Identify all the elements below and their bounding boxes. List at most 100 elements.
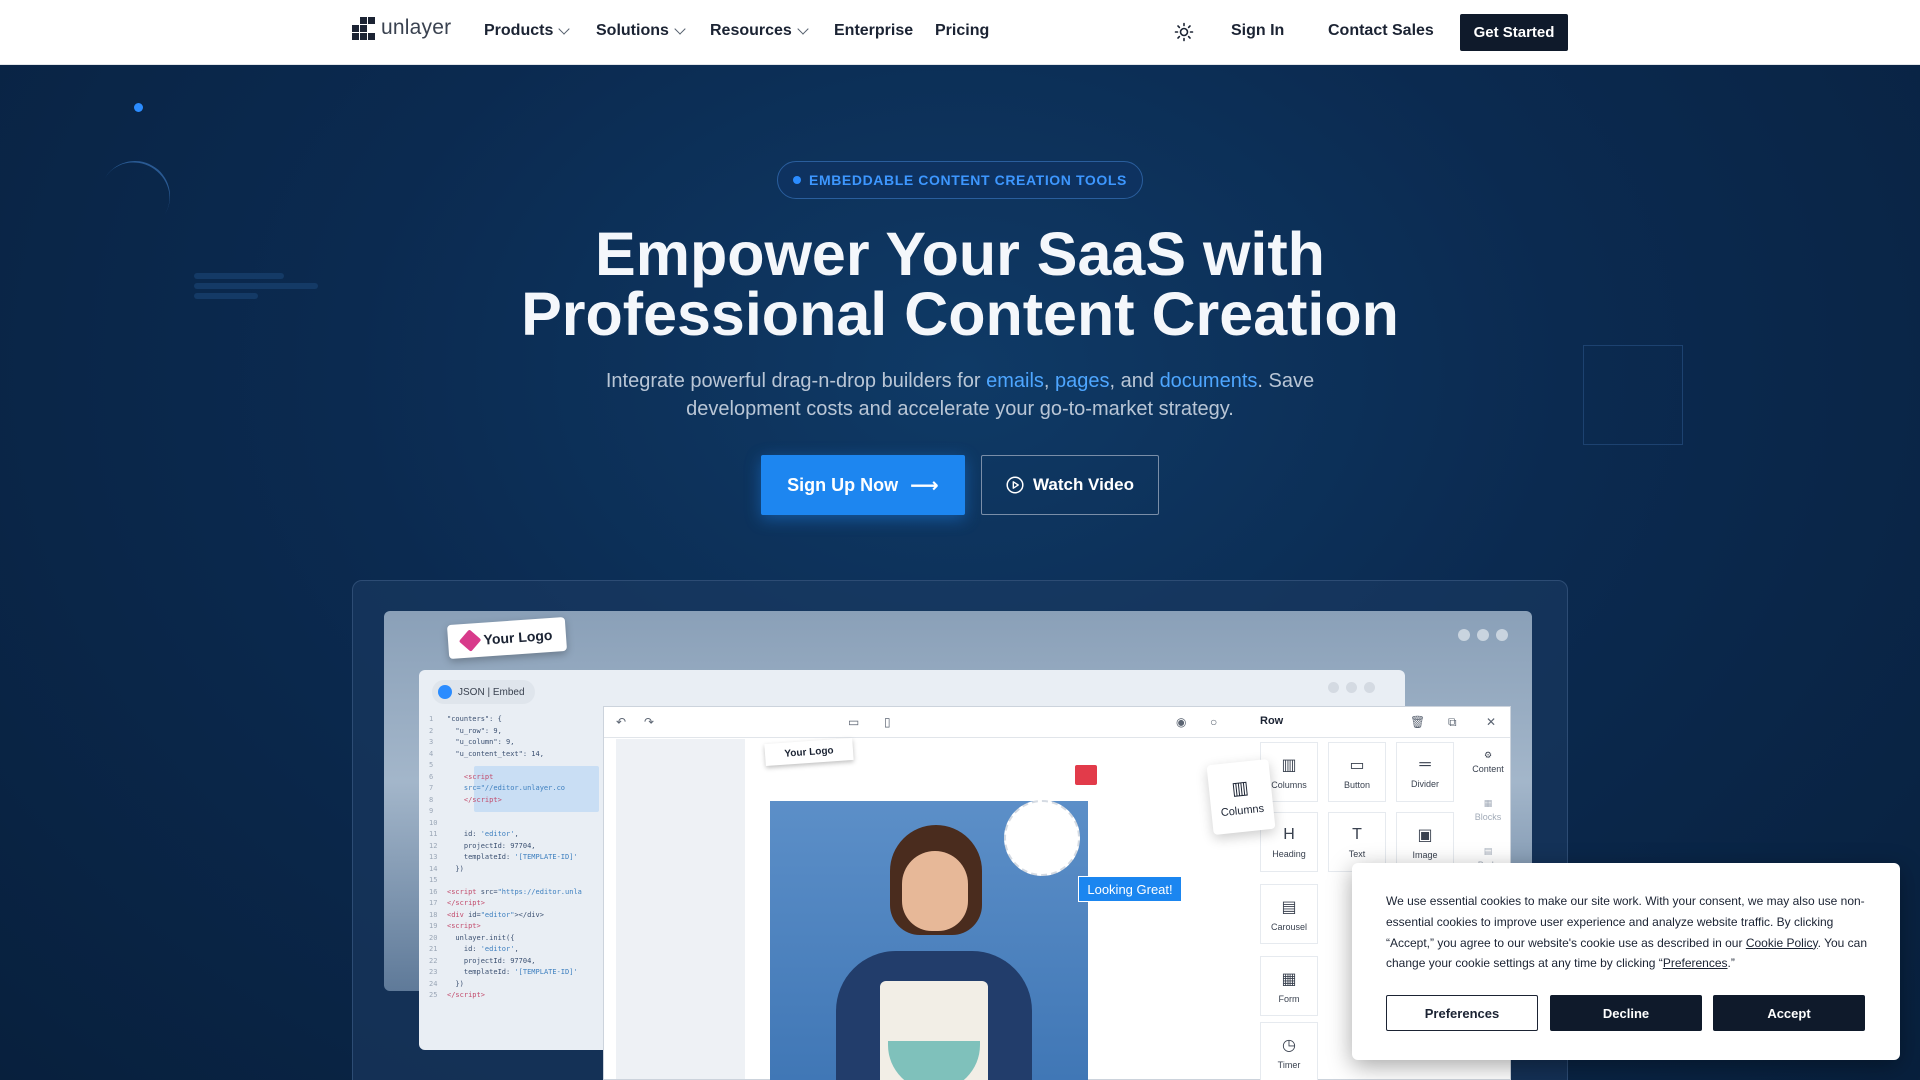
- top-navbar: unlayer Products Solutions Resources Ent…: [0, 0, 1920, 65]
- desktop-icon[interactable]: ▭: [848, 715, 859, 729]
- divider-icon: ═: [1419, 755, 1431, 773]
- undo-icon[interactable]: ↶: [616, 715, 626, 729]
- nav-solutions-label: Solutions: [596, 22, 669, 39]
- cookie-policy-link[interactable]: Cookie Policy: [1746, 936, 1818, 950]
- avatar-bubble: [1004, 800, 1080, 876]
- mail-icon: [1075, 765, 1097, 785]
- decline-button[interactable]: Decline: [1550, 995, 1702, 1031]
- accept-button[interactable]: Accept: [1713, 995, 1865, 1031]
- photo-face: [902, 851, 968, 931]
- nav-products[interactable]: Products: [484, 22, 571, 40]
- chevron-down-icon: [797, 22, 809, 35]
- nav-enterprise[interactable]: Enterprise: [834, 22, 913, 40]
- pen-icon: [458, 629, 481, 652]
- looking-great-tag: Looking Great!: [1078, 876, 1182, 902]
- side-tab-blocks[interactable]: ▦ Blocks: [1466, 786, 1510, 834]
- side-tab-content-label: Content: [1472, 764, 1504, 774]
- builder-side-tabs: ⚙Content ▦Blocks ▤Body: [1466, 738, 1510, 882]
- decorative-dot: [134, 103, 143, 112]
- hero-headline-line1: Empower Your SaaS with: [595, 220, 1325, 288]
- logo-mark-icon: [352, 16, 375, 40]
- redo-icon[interactable]: ↷: [644, 715, 654, 729]
- tool-timer-label: Timer: [1277, 1059, 1301, 1070]
- email-preview: Your Logo: [745, 737, 1105, 1080]
- tool-button-label: Button: [1343, 779, 1371, 790]
- tool-divider[interactable]: ═ Divider: [1396, 742, 1454, 802]
- tool-form-label: Form: [1278, 993, 1300, 1004]
- hero-subtext-line1: Integrate powerful drag-n-drop builders …: [0, 367, 1920, 395]
- arrow-right-icon: ⟶: [910, 474, 939, 497]
- hero-badge: EMBEDDABLE CONTENT CREATION TOOLS: [777, 161, 1143, 199]
- window-dots: [1458, 629, 1508, 641]
- hero-headline-line2: Professional Content Creation: [521, 280, 1399, 348]
- cookie-text-3: .”: [1727, 956, 1735, 971]
- get-started-button[interactable]: Get Started: [1460, 14, 1568, 51]
- json-embed-label: JSON | Embed: [458, 686, 525, 698]
- badge-dot-icon: [793, 176, 802, 184]
- your-logo-tag: Your Logo: [446, 616, 568, 660]
- sub-comma: ,: [1043, 370, 1056, 392]
- tool-carousel-label: Carousel: [1270, 921, 1308, 932]
- blocks-icon: ▦: [1483, 798, 1493, 808]
- tool-carousel[interactable]: ▤ Carousel: [1260, 884, 1318, 944]
- contact-sales-link[interactable]: Contact Sales: [1328, 22, 1434, 40]
- duplicate-icon[interactable]: ⧉: [1448, 715, 1457, 730]
- columns-card-label: Columns: [1220, 802, 1265, 819]
- side-tab-content[interactable]: ⚙ Content: [1466, 738, 1510, 786]
- heading-icon: H: [1283, 825, 1295, 843]
- sign-in-link[interactable]: Sign In: [1231, 22, 1284, 40]
- nav-solutions[interactable]: Solutions: [596, 22, 686, 40]
- hero-badge-text: EMBEDDABLE CONTENT CREATION TOOLS: [809, 172, 1127, 188]
- unlayer-logo[interactable]: unlayer: [352, 16, 451, 40]
- tool-button[interactable]: ▭ Button: [1328, 742, 1386, 802]
- columns-drag-card[interactable]: ▥ Columns: [1206, 758, 1276, 836]
- columns-icon: ▥: [1230, 776, 1250, 799]
- nav-resources[interactable]: Resources: [710, 22, 809, 40]
- hero-subtext-line2: development costs and accelerate your go…: [686, 398, 1234, 420]
- logo-tag-text: Your Logo: [483, 626, 553, 648]
- preferences-link[interactable]: Preferences: [1663, 956, 1728, 970]
- comment-icon[interactable]: ○: [1210, 715, 1217, 729]
- sun-icon[interactable]: [1174, 22, 1194, 42]
- emails-link[interactable]: emails: [986, 370, 1044, 392]
- sub-prefix: Integrate powerful drag-n-drop builders …: [605, 370, 987, 392]
- text-icon: T: [1352, 825, 1362, 843]
- nav-products-label: Products: [484, 22, 554, 39]
- carousel-icon: ▤: [1281, 898, 1297, 916]
- tool-divider-label: Divider: [1410, 778, 1439, 789]
- tool-form[interactable]: ▦ Form: [1260, 956, 1318, 1016]
- sub-and: , and: [1109, 370, 1160, 392]
- sign-up-now-button[interactable]: Sign Up Now ⟶: [761, 455, 965, 515]
- columns-icon: ▥: [1281, 756, 1297, 774]
- code-icon: [438, 685, 452, 699]
- tool-image-label: Image: [1412, 849, 1438, 860]
- form-icon: ▦: [1281, 970, 1297, 988]
- pages-link[interactable]: pages: [1055, 370, 1110, 392]
- chevron-down-icon: [674, 22, 686, 35]
- preferences-button[interactable]: Preferences: [1386, 995, 1538, 1031]
- body-icon: ▤: [1483, 846, 1493, 856]
- mobile-icon[interactable]: ▯: [884, 715, 891, 729]
- timer-icon: ◷: [1282, 1036, 1296, 1054]
- cookie-text: We use essential cookies to make our sit…: [1386, 891, 1876, 974]
- close-icon[interactable]: ✕: [1486, 715, 1496, 729]
- json-embed-tag: JSON | Embed: [432, 680, 535, 704]
- tool-text-label: Text: [1348, 848, 1366, 859]
- tool-timer[interactable]: ◷ Timer: [1260, 1022, 1318, 1080]
- photo-bowl: [888, 1041, 980, 1080]
- play-circle-icon: [1006, 476, 1024, 494]
- nav-pricing[interactable]: Pricing: [935, 22, 989, 40]
- tool-columns-label: Columns: [1271, 779, 1307, 790]
- cookie-banner: We use essential cookies to make our sit…: [1352, 863, 1900, 1060]
- image-icon: ▣: [1417, 826, 1433, 844]
- code-snippet: 1 "counters": { 2 "u_row": 9, 3 "u_column…: [429, 715, 582, 999]
- toolbar-row-label: Row: [1260, 715, 1284, 727]
- tool-heading-label: Heading: [1272, 848, 1306, 859]
- content-icon: ⚙: [1483, 750, 1493, 760]
- window-dots: [1328, 682, 1375, 693]
- sign-up-label: Sign Up Now: [787, 474, 899, 495]
- preview-eye-icon[interactable]: ◉: [1176, 715, 1186, 729]
- documents-link[interactable]: documents: [1160, 370, 1258, 392]
- trash-icon[interactable]: 🗑: [1410, 715, 1425, 729]
- watch-video-button[interactable]: Watch Video: [981, 455, 1159, 515]
